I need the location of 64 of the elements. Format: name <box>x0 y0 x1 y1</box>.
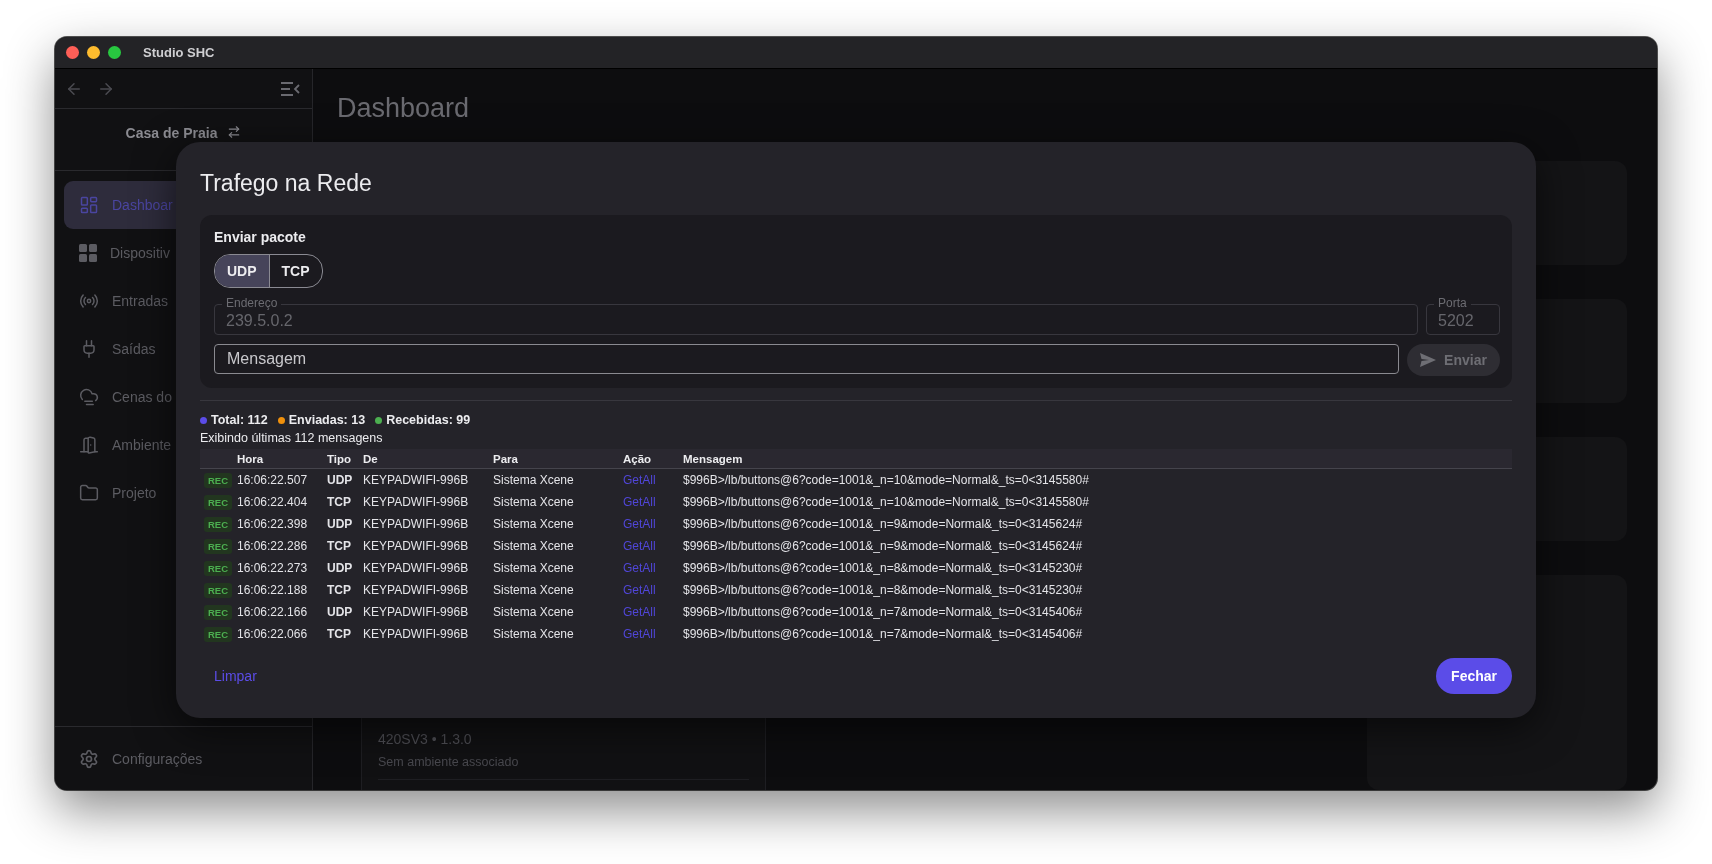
table-cell-text: UDP <box>327 516 354 533</box>
table-cell-text: KEYPADWIFI-996B <box>363 494 470 511</box>
table-cell-text: 16:06:22.398 <box>237 516 309 533</box>
caption: Exibindo últimas 112 mensagens <box>200 431 384 445</box>
status-badge: REC <box>204 626 233 642</box>
table-cell-text: UDP <box>327 604 354 621</box>
table-cell-text: KEYPADWIFI-996B <box>363 604 470 621</box>
status-badge: REC <box>204 582 233 598</box>
table-cell-text: 16:06:22.286 <box>237 538 309 555</box>
table-cell-text: $996B>/lb/buttons@6?code=1001&_n=9&mode=Normal&_ts=0<3145624# <box>683 538 1084 555</box>
table-cell-text: TCP <box>327 626 352 643</box>
table-cell-text: $996B>/lb/buttons@6?code=1001&_n=10&mode=Normal&_ts=0<3145580# <box>683 494 1090 511</box>
status-badge: REC <box>204 494 233 510</box>
table-cell-text: Sistema Xcene <box>493 494 575 511</box>
stat-count: Total: 112 <box>211 413 268 427</box>
column-header: Tipo <box>327 452 352 465</box>
column-header: Para <box>493 452 518 465</box>
table-cell-text: Sistema Xcene <box>493 538 575 555</box>
table-cell-text: $996B>/lb/buttons@6?code=1001&_n=7&mode=Normal&_ts=0<3145406# <box>683 626 1084 643</box>
table-cell-text: 16:06:22.273 <box>237 560 309 577</box>
table-cell-text: Sistema Xcene <box>493 560 575 577</box>
column-header: De <box>363 452 378 465</box>
status-badge: REC <box>204 472 233 488</box>
table-cell-text: Sistema Xcene <box>493 626 575 643</box>
table-cell-text: $996B>/lb/buttons@6?code=1001&_n=8&mode=Normal&_ts=0<3145230# <box>683 582 1084 599</box>
table-cell-text: KEYPADWIFI-996B <box>363 538 470 555</box>
device-model: 420SV3 • 1.3.0 <box>378 731 473 747</box>
section-heading: Enviar pacote <box>214 229 307 245</box>
table-cell-text: $996B>/lb/buttons@6?code=1001&_n=7&mode=Normal&_ts=0<3145406# <box>683 604 1084 621</box>
table-cell-text: 16:06:22.166 <box>237 604 309 621</box>
table-cell-text: KEYPADWIFI-996B <box>363 472 470 489</box>
table-cell-text: KEYPADWIFI-996B <box>363 560 470 577</box>
column-header: Mensagem <box>683 452 743 465</box>
status-badge: REC <box>204 538 233 554</box>
table-cell-text: UDP <box>327 560 354 577</box>
table-cell-text: KEYPADWIFI-996B <box>363 582 470 599</box>
table-cell-text: TCP <box>327 494 352 511</box>
table-cell-text: 16:06:22.188 <box>237 582 309 599</box>
column-header: Hora <box>237 452 264 465</box>
table-cell-text: Sistema Xcene <box>493 604 575 621</box>
dialog-title: Trafego na Rede <box>200 170 373 197</box>
table-cell-text: 16:06:22.507 <box>237 472 309 489</box>
table-cell-text: TCP <box>327 582 352 599</box>
table-cell-text: UDP <box>327 472 354 489</box>
table-cell-text: KEYPADWIFI-996B <box>363 626 470 643</box>
table-cell-text: $996B>/lb/buttons@6?code=1001&_n=9&mode=Normal&_ts=0<3145624# <box>683 516 1084 533</box>
page-title: Dashboard <box>337 93 471 125</box>
status-badge: REC <box>204 604 233 620</box>
device-room: Sem ambiente associado <box>378 755 749 780</box>
table-cell-text: KEYPADWIFI-996B <box>363 516 470 533</box>
status-badge: REC <box>204 560 233 576</box>
stat-count: Recebidas: 99 <box>386 413 471 427</box>
table-cell-text: $996B>/lb/buttons@6?code=1001&_n=8&mode=Normal&_ts=0<3145230# <box>683 560 1084 577</box>
stat-count: Enviadas: 13 <box>288 413 366 427</box>
table-cell-text: $996B>/lb/buttons@6?code=1001&_n=10&mode=Normal&_ts=0<3145580# <box>683 472 1090 489</box>
table-cell-text: Sistema Xcene <box>493 516 575 533</box>
window-title: Studio SHC <box>143 45 215 60</box>
table-cell-text: Sistema Xcene <box>493 582 575 599</box>
table-cell-text: TCP <box>327 538 352 555</box>
table-cell-text: Sistema Xcene <box>493 472 575 489</box>
table-cell-text: 16:06:22.404 <box>237 494 309 511</box>
table-cell-text: 16:06:22.066 <box>237 626 309 643</box>
status-badge: REC <box>204 516 233 532</box>
column-header: Ação <box>623 452 652 465</box>
